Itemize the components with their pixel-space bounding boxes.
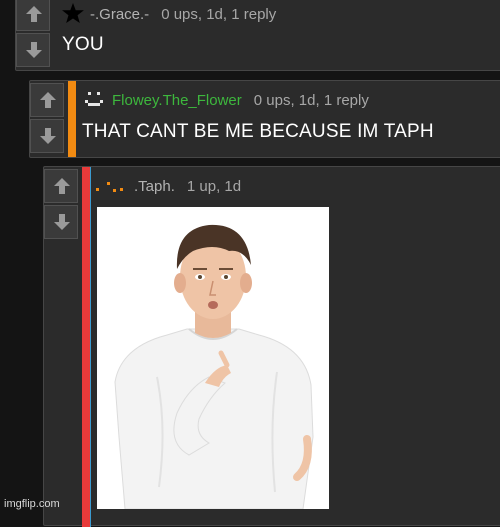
arrow-up-icon: [40, 92, 56, 108]
comment-text: YOU: [62, 34, 104, 55]
comment-taph: .Taph. 1 up, 1d: [43, 166, 500, 527]
comment-text: THAT CANT BE ME BECAUSE IM TAPH: [82, 121, 434, 142]
upvote-button[interactable]: [44, 169, 78, 203]
comment-image[interactable]: [97, 207, 329, 509]
downvote-button[interactable]: [16, 33, 50, 67]
imgflip-watermark: imgflip.com: [4, 498, 60, 510]
comment-header: Flowey.The_Flower 0 ups, 1d, 1 reply: [82, 90, 369, 112]
photo-young-man: [97, 207, 329, 509]
username-link[interactable]: -.Grace.-: [90, 6, 149, 23]
upvote-button[interactable]: [30, 83, 64, 117]
dotted-face-icon: [96, 176, 128, 198]
comment-meta: 0 ups, 1d, 1 reply: [161, 5, 277, 23]
upvote-button[interactable]: [16, 0, 50, 31]
reply-thread-line: [90, 167, 91, 527]
arrow-down-icon: [26, 42, 42, 58]
comment-grace: -.Grace.- 0 ups, 1d, 1 reply YOU: [15, 0, 500, 71]
arrow-down-icon: [40, 128, 56, 144]
arrow-down-icon: [54, 214, 70, 230]
comment-header: .Taph. 1 up, 1d: [96, 176, 241, 198]
downvote-button[interactable]: [44, 205, 78, 239]
comment-meta: 1 up, 1d: [186, 177, 242, 195]
username-link[interactable]: .Taph.: [134, 178, 175, 195]
smiley-face-icon: [82, 90, 106, 112]
username-link[interactable]: Flowey.The_Flower: [112, 92, 242, 109]
reply-thread-bar: [68, 81, 76, 157]
star-icon: [62, 3, 84, 27]
downvote-button[interactable]: [30, 119, 64, 153]
comment-flowey: Flowey.The_Flower 0 ups, 1d, 1 reply THAT…: [29, 80, 500, 158]
arrow-up-icon: [26, 6, 42, 22]
comment-meta: 0 ups, 1d, 1 reply: [253, 91, 369, 109]
comment-header: -.Grace.- 0 ups, 1d, 1 reply: [62, 3, 276, 27]
arrow-up-icon: [54, 178, 70, 194]
reply-thread-bar: [82, 167, 90, 527]
